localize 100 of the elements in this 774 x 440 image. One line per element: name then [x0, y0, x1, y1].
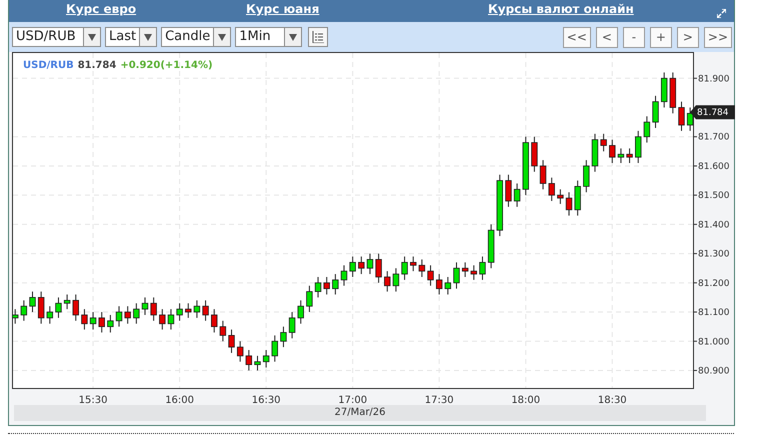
- candlestick: [600, 133, 607, 152]
- axis-label: 15:30: [78, 395, 108, 406]
- candlestick: [678, 101, 685, 132]
- candlestick: [98, 312, 105, 333]
- legend-text: USD/RUB 81.784 +0.920(+1.14%): [23, 60, 213, 71]
- candlestick: [211, 308, 218, 333]
- candlestick: [116, 306, 122, 328]
- candlestick: [609, 139, 616, 164]
- nav-link[interactable]: Курс юаня: [246, 2, 320, 16]
- candlestick: [618, 148, 624, 164]
- axis-label: 81.900: [698, 74, 730, 84]
- candlestick: [55, 296, 62, 318]
- candlestick: [427, 264, 434, 286]
- dropdown[interactable]: Candle: [161, 27, 232, 47]
- candlestick: [366, 253, 374, 275]
- candlestick: [72, 294, 79, 322]
- table-button[interactable]: [308, 27, 328, 47]
- candlestick: [652, 95, 659, 128]
- nav-link[interactable]: Курсы валют онлайн: [488, 2, 634, 16]
- axis-label: 81.100: [698, 308, 730, 318]
- candlestick: [133, 302, 140, 324]
- axis-label: 16:00: [165, 395, 194, 406]
- candlestick: [349, 256, 356, 278]
- candlestick: [81, 308, 88, 330]
- candlestick: [46, 306, 54, 324]
- candlestick: [670, 72, 676, 114]
- candlestick: [548, 177, 555, 202]
- candlestick: [392, 268, 400, 292]
- candlestick: [686, 107, 694, 132]
- candlestick: [514, 182, 520, 208]
- candlestick: [202, 300, 209, 322]
- candlestick: [644, 116, 650, 144]
- nav-button[interactable]: <<: [562, 26, 591, 48]
- candlestick: [635, 130, 642, 164]
- candlestick: [401, 256, 408, 280]
- candlestick: [540, 160, 546, 190]
- candlestick: [246, 350, 252, 371]
- candlestick: [280, 326, 287, 348]
- axis-label: 80.900: [698, 366, 730, 376]
- candlestick: [410, 256, 416, 272]
- candlestick: [159, 308, 166, 330]
- candlestick: [358, 256, 365, 275]
- date-label: 27/Mar/26: [334, 407, 386, 418]
- candlestick: [254, 355, 261, 371]
- candlestick: [496, 174, 503, 237]
- candlestick: [444, 276, 452, 295]
- nav-button[interactable]: >>: [704, 26, 732, 48]
- nav-button[interactable]: +: [650, 26, 672, 48]
- candlestick: [185, 302, 192, 318]
- candlestick: [236, 340, 244, 362]
- candlestick: [12, 308, 18, 324]
- candlestick: [176, 302, 183, 322]
- caret-icon: [144, 34, 152, 40]
- candlestick: [323, 276, 330, 295]
- candlestick: [375, 253, 382, 284]
- candlestick: [557, 188, 564, 204]
- dropdown[interactable]: Last: [105, 27, 158, 47]
- candlestick: [384, 270, 390, 292]
- caret-icon: [88, 34, 96, 40]
- nav-button[interactable]: -: [622, 26, 645, 48]
- candlestick: [150, 296, 157, 322]
- candlestick: [20, 300, 28, 322]
- nav-button[interactable]: <: [596, 26, 618, 48]
- candlestick: [107, 314, 114, 333]
- candlestick: [194, 300, 200, 318]
- dropdown[interactable]: USD/RUB: [12, 27, 101, 47]
- axis-label: 18:30: [598, 395, 627, 406]
- axis-label: 18:00: [511, 395, 540, 406]
- candlestick: [306, 285, 313, 313]
- price-tag: 81.784: [690, 105, 735, 120]
- candlestick: [505, 174, 512, 208]
- axis-label: 81.600: [698, 162, 730, 172]
- axis-label: 81.400: [698, 220, 730, 230]
- expand-icon[interactable]: [717, 9, 726, 18]
- axis-label: 81.300: [698, 250, 730, 260]
- candlestick: [272, 334, 278, 362]
- candlestick: [124, 306, 131, 324]
- candlestick: [64, 294, 70, 310]
- candlestick: [340, 264, 348, 286]
- candlestick: [168, 308, 174, 330]
- candlestick: [298, 300, 304, 324]
- axis-label: 17:30: [424, 395, 454, 406]
- caret-icon: [289, 34, 298, 40]
- list-icon: [312, 31, 324, 43]
- axis-label: 16:30: [252, 395, 281, 406]
- candlestick: [462, 262, 468, 278]
- candlestick: [592, 133, 598, 172]
- candlestick: [90, 312, 96, 330]
- axis-label: 81.200: [698, 278, 730, 289]
- candlestick: [488, 224, 494, 269]
- candlestick: [479, 256, 486, 280]
- nav-button[interactable]: >: [676, 26, 699, 48]
- candlestick: [660, 72, 668, 108]
- axis-label: 17:00: [338, 395, 368, 406]
- candlestick: [436, 274, 442, 295]
- candlestick: [626, 148, 633, 164]
- candlestick: [522, 136, 529, 196]
- dropdown[interactable]: 1Min: [235, 27, 302, 47]
- candlestick: [29, 291, 36, 313]
- nav-link[interactable]: Курс евро: [66, 2, 136, 16]
